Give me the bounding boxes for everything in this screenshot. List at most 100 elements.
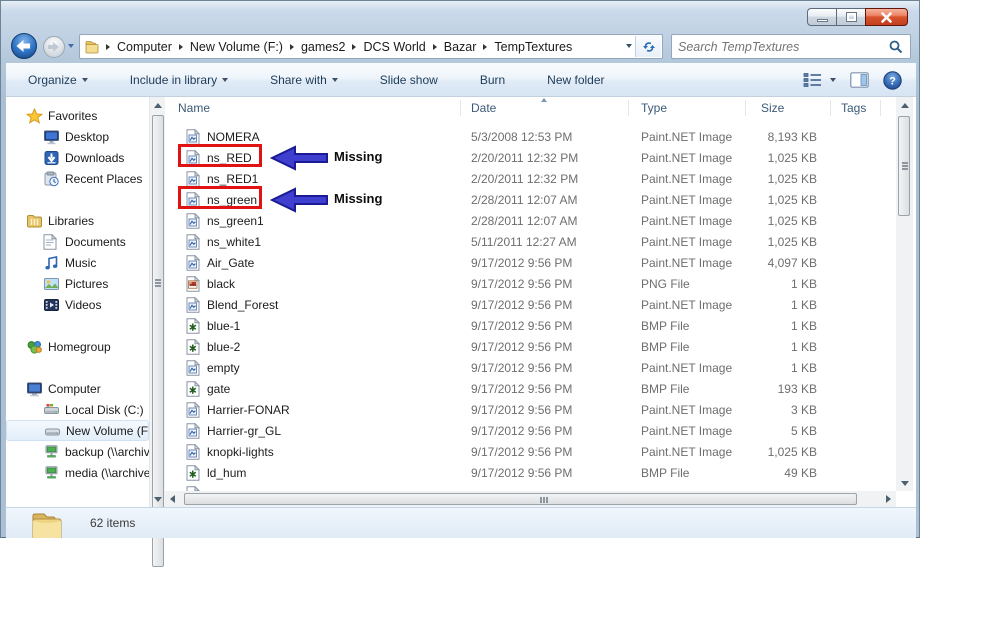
- scroll-down-icon[interactable]: [900, 480, 909, 486]
- breadcrumb-separator-icon: [178, 43, 183, 50]
- file-rows: NOMERA 5/3/2008 12:53 PM Paint.NET Image 8,…: [164, 119, 896, 491]
- refresh-button[interactable]: [635, 36, 661, 57]
- search-input[interactable]: [672, 39, 889, 54]
- file-row[interactable]: [164, 483, 896, 491]
- toolbar-button-new-folder[interactable]: New folder: [537, 68, 614, 92]
- scroll-left-icon[interactable]: [169, 495, 175, 503]
- file-size: 1 KB: [790, 360, 817, 375]
- file-name-cell: knopki-lights: [164, 443, 461, 460]
- preview-pane-button[interactable]: [850, 72, 869, 88]
- file-row[interactable]: Harrier-FONAR 9/17/2012 9:56 PM Paint.NET …: [164, 399, 896, 420]
- forward-button[interactable]: [42, 35, 66, 59]
- sidebar-group-homegroup[interactable]: Homegroup: [6, 336, 149, 357]
- sidebar-item-desktop[interactable]: Desktop: [6, 126, 149, 147]
- folder-icon: [30, 512, 64, 538]
- views-button[interactable]: [802, 72, 836, 88]
- address-dropdown-icon[interactable]: [626, 44, 632, 48]
- sidebar-item-pictures[interactable]: Pictures: [6, 273, 149, 294]
- file-size: 5 KB: [790, 423, 817, 438]
- toolbar-button-share-with[interactable]: Share with: [260, 68, 348, 92]
- breadcrumb-item[interactable]: Bazar: [439, 40, 482, 54]
- file-row[interactable]: blue-2 9/17/2012 9:56 PM BMP File 1 KB: [164, 336, 896, 357]
- sidebar-item-local-disk-c-[interactable]: Local Disk (C:): [6, 399, 149, 420]
- file-date: 9/17/2012 9:56 PM: [471, 360, 573, 375]
- scroll-right-icon[interactable]: [885, 495, 891, 503]
- sidebar-item-videos[interactable]: Videos: [6, 294, 149, 315]
- file-type: Paint.NET Image: [641, 423, 733, 438]
- minimize-button[interactable]: [807, 8, 836, 26]
- sidebar-item-music[interactable]: Music: [6, 252, 149, 273]
- sidebar-item-downloads[interactable]: Downloads: [6, 147, 149, 168]
- scroll-down-icon[interactable]: [153, 496, 162, 502]
- toolbar-button-label: Include in library: [129, 72, 218, 87]
- file-date: 2/20/2011 12:32 PM: [471, 171, 579, 186]
- list-scrollbar-thumb[interactable]: [898, 116, 910, 216]
- sidebar-group-label: Computer: [48, 381, 101, 396]
- recent-pages-dropdown-icon[interactable]: [68, 44, 74, 48]
- file-type: Paint.NET Image: [641, 150, 733, 165]
- sidebar-item-recent-places[interactable]: Recent Places: [6, 168, 149, 189]
- breadcrumb-item[interactable]: Computer: [112, 40, 177, 54]
- file-row[interactable]: ld_hum 9/17/2012 9:56 PM BMP File 49 KB: [164, 462, 896, 483]
- list-horizontal-scrollbar[interactable]: [164, 491, 896, 507]
- computer-icon: [26, 381, 43, 397]
- title-bar[interactable]: [1, 1, 919, 29]
- breadcrumb-item[interactable]: games2: [296, 40, 350, 54]
- file-name: ns_green1: [207, 213, 264, 228]
- breadcrumb-item[interactable]: New Volume (F:): [185, 40, 288, 54]
- file-row[interactable]: Harrier-gr_GL 9/17/2012 9:56 PM Paint.NET …: [164, 420, 896, 441]
- homegroup-icon: [26, 339, 43, 355]
- toolbar-button-burn[interactable]: Burn: [470, 68, 515, 92]
- back-button[interactable]: [10, 32, 38, 60]
- missing-label: Missing: [334, 191, 383, 206]
- file-row[interactable]: ns_green 2/28/2011 12:07 AM Paint.NET Imag…: [164, 186, 896, 213]
- address-bar[interactable]: Computer New Volume (F:) games2 DCS World Ba…: [79, 34, 663, 59]
- scroll-up-icon[interactable]: [153, 102, 162, 108]
- file-row[interactable]: ns_RED 2/20/2011 12:32 PM Paint.NET Image 1…: [164, 144, 896, 171]
- file-row[interactable]: black 9/17/2012 9:56 PM PNG File 1 KB: [164, 273, 896, 294]
- file-row[interactable]: gate 9/17/2012 9:56 PM BMP File 193 KB: [164, 378, 896, 399]
- scroll-up-icon[interactable]: [900, 102, 909, 108]
- hard-drive-icon: [44, 423, 61, 439]
- toolbar-button-include-in-library[interactable]: Include in library: [120, 68, 238, 92]
- file-row[interactable]: Air_Gate 9/17/2012 9:56 PM Paint.NET Image…: [164, 252, 896, 273]
- column-header-tags[interactable]: Tags: [831, 99, 896, 117]
- sidebar-item-media-archive[interactable]: media (\\archive: [6, 462, 149, 483]
- navigation-pane: Favorites Desktop Downloads Recent Places Li…: [6, 97, 149, 507]
- file-name: gate: [207, 381, 231, 396]
- file-row[interactable]: Blend_Forest 9/17/2012 9:56 PM Paint.NET I…: [164, 294, 896, 315]
- help-button[interactable]: ?: [883, 70, 902, 90]
- column-header-size[interactable]: Size: [746, 99, 831, 117]
- annotation-red-box: [178, 144, 262, 167]
- sidebar-item-documents[interactable]: Documents: [6, 231, 149, 252]
- file-row[interactable]: knopki-lights 9/17/2012 9:56 PM Paint.NET …: [164, 441, 896, 462]
- column-header-name[interactable]: Name: [164, 99, 461, 117]
- file-type: PNG File: [641, 276, 690, 291]
- column-header-type[interactable]: Type: [629, 99, 746, 117]
- file-size: 1,025 KB: [767, 192, 817, 207]
- sidebar-item-backup-archiv[interactable]: backup (\\archiv: [6, 441, 149, 462]
- file-size: 1 KB: [790, 339, 817, 354]
- close-button[interactable]: [865, 8, 908, 26]
- sidebar-group-favorites[interactable]: Favorites: [6, 105, 149, 126]
- maximize-button[interactable]: [836, 8, 865, 26]
- sidebar-scrollbar[interactable]: [149, 97, 165, 567]
- file-name: black: [207, 276, 236, 291]
- breadcrumb-item[interactable]: DCS World: [358, 40, 430, 54]
- file-row[interactable]: ns_white1 5/11/2011 12:27 AM Paint.NET Ima…: [164, 231, 896, 252]
- list-vertical-scrollbar[interactable]: [896, 97, 913, 491]
- file-size: 1 KB: [790, 318, 817, 333]
- file-date: 9/17/2012 9:56 PM: [471, 339, 573, 354]
- horizontal-scrollbar-thumb[interactable]: [184, 493, 857, 505]
- file-row[interactable]: empty 9/17/2012 9:56 PM Paint.NET Image 1 K…: [164, 357, 896, 378]
- file-row[interactable]: blue-1 9/17/2012 9:56 PM BMP File 1 KB: [164, 315, 896, 336]
- search-icon[interactable]: [889, 40, 903, 54]
- toolbar-button-slide-show[interactable]: Slide show: [370, 68, 448, 92]
- sidebar-item-new-volume-f-[interactable]: New Volume (F:): [6, 420, 149, 441]
- sidebar-group-computer[interactable]: Computer: [6, 378, 149, 399]
- sidebar-group-libraries[interactable]: Libraries: [6, 210, 149, 231]
- breadcrumb-item[interactable]: TempTextures: [489, 40, 577, 54]
- toolbar-button-organize[interactable]: Organize: [18, 68, 98, 92]
